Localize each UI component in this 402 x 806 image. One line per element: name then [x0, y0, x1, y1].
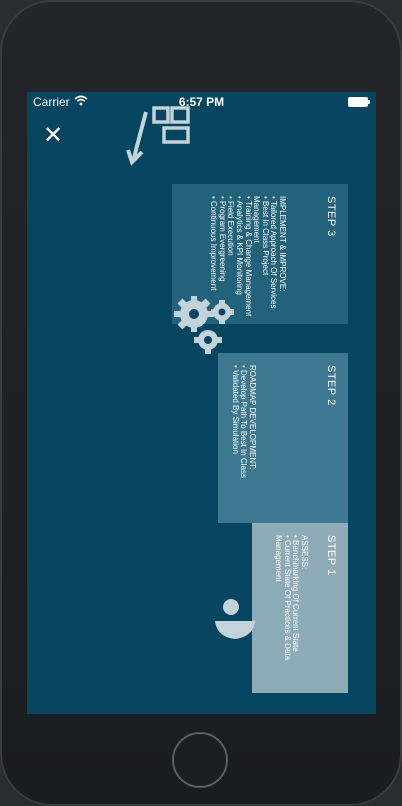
- list-item: Develop Path To Best In Class: [239, 365, 248, 521]
- list-item: Best In Class Project Management: [252, 196, 270, 320]
- list-item: Training & Change Management: [243, 196, 253, 320]
- step-1-card: STEP 1 ASSESS: Benchmarking Of Current S…: [252, 523, 348, 693]
- list-item: Tailored Approach Of Services: [269, 196, 278, 320]
- person-icon: [215, 599, 255, 639]
- home-button[interactable]: [172, 732, 228, 788]
- step-2-list: Develop Path To Best In Class Validated …: [230, 365, 249, 521]
- step-3-heading: IMPLEMENT & IMPROVE:: [278, 196, 287, 292]
- step-1-content: ASSESS: Benchmarking Of Current State Cu…: [274, 535, 309, 691]
- step-2-label: STEP 2: [325, 365, 337, 406]
- step-2-content: ROADMAP DEVELOPMENT: Develop Path To Bes…: [230, 365, 257, 521]
- list-item: Benchmarking Of Current State: [291, 535, 300, 691]
- step-2-card: STEP 2 ROADMAP DEVELOPMENT: Develop Path…: [218, 353, 348, 523]
- step-2-heading: ROADMAP DEVELOPMENT:: [248, 365, 257, 470]
- gears-icon: [174, 296, 234, 354]
- list-item: Validated By Simulation: [230, 365, 240, 521]
- list-item: Current State Of Practices & Data Manage…: [274, 535, 292, 691]
- step-1-heading: ASSESS:: [300, 535, 309, 570]
- roadmap-infographic: STEP 3 IMPLEMENT & IMPROVE: Tailored App…: [27, 92, 376, 714]
- step-3-label: STEP 3: [325, 196, 337, 237]
- step-1-list: Benchmarking Of Current State Current St…: [274, 535, 300, 691]
- growth-chart-icon: [126, 106, 190, 166]
- screen: Carrier 6:57 PM ✕ STEP 3 IMPLEMENT & IMP…: [27, 92, 376, 714]
- phone-frame: Carrier 6:57 PM ✕ STEP 3 IMPLEMENT & IMP…: [0, 0, 402, 806]
- step-1-label: STEP 1: [325, 535, 337, 576]
